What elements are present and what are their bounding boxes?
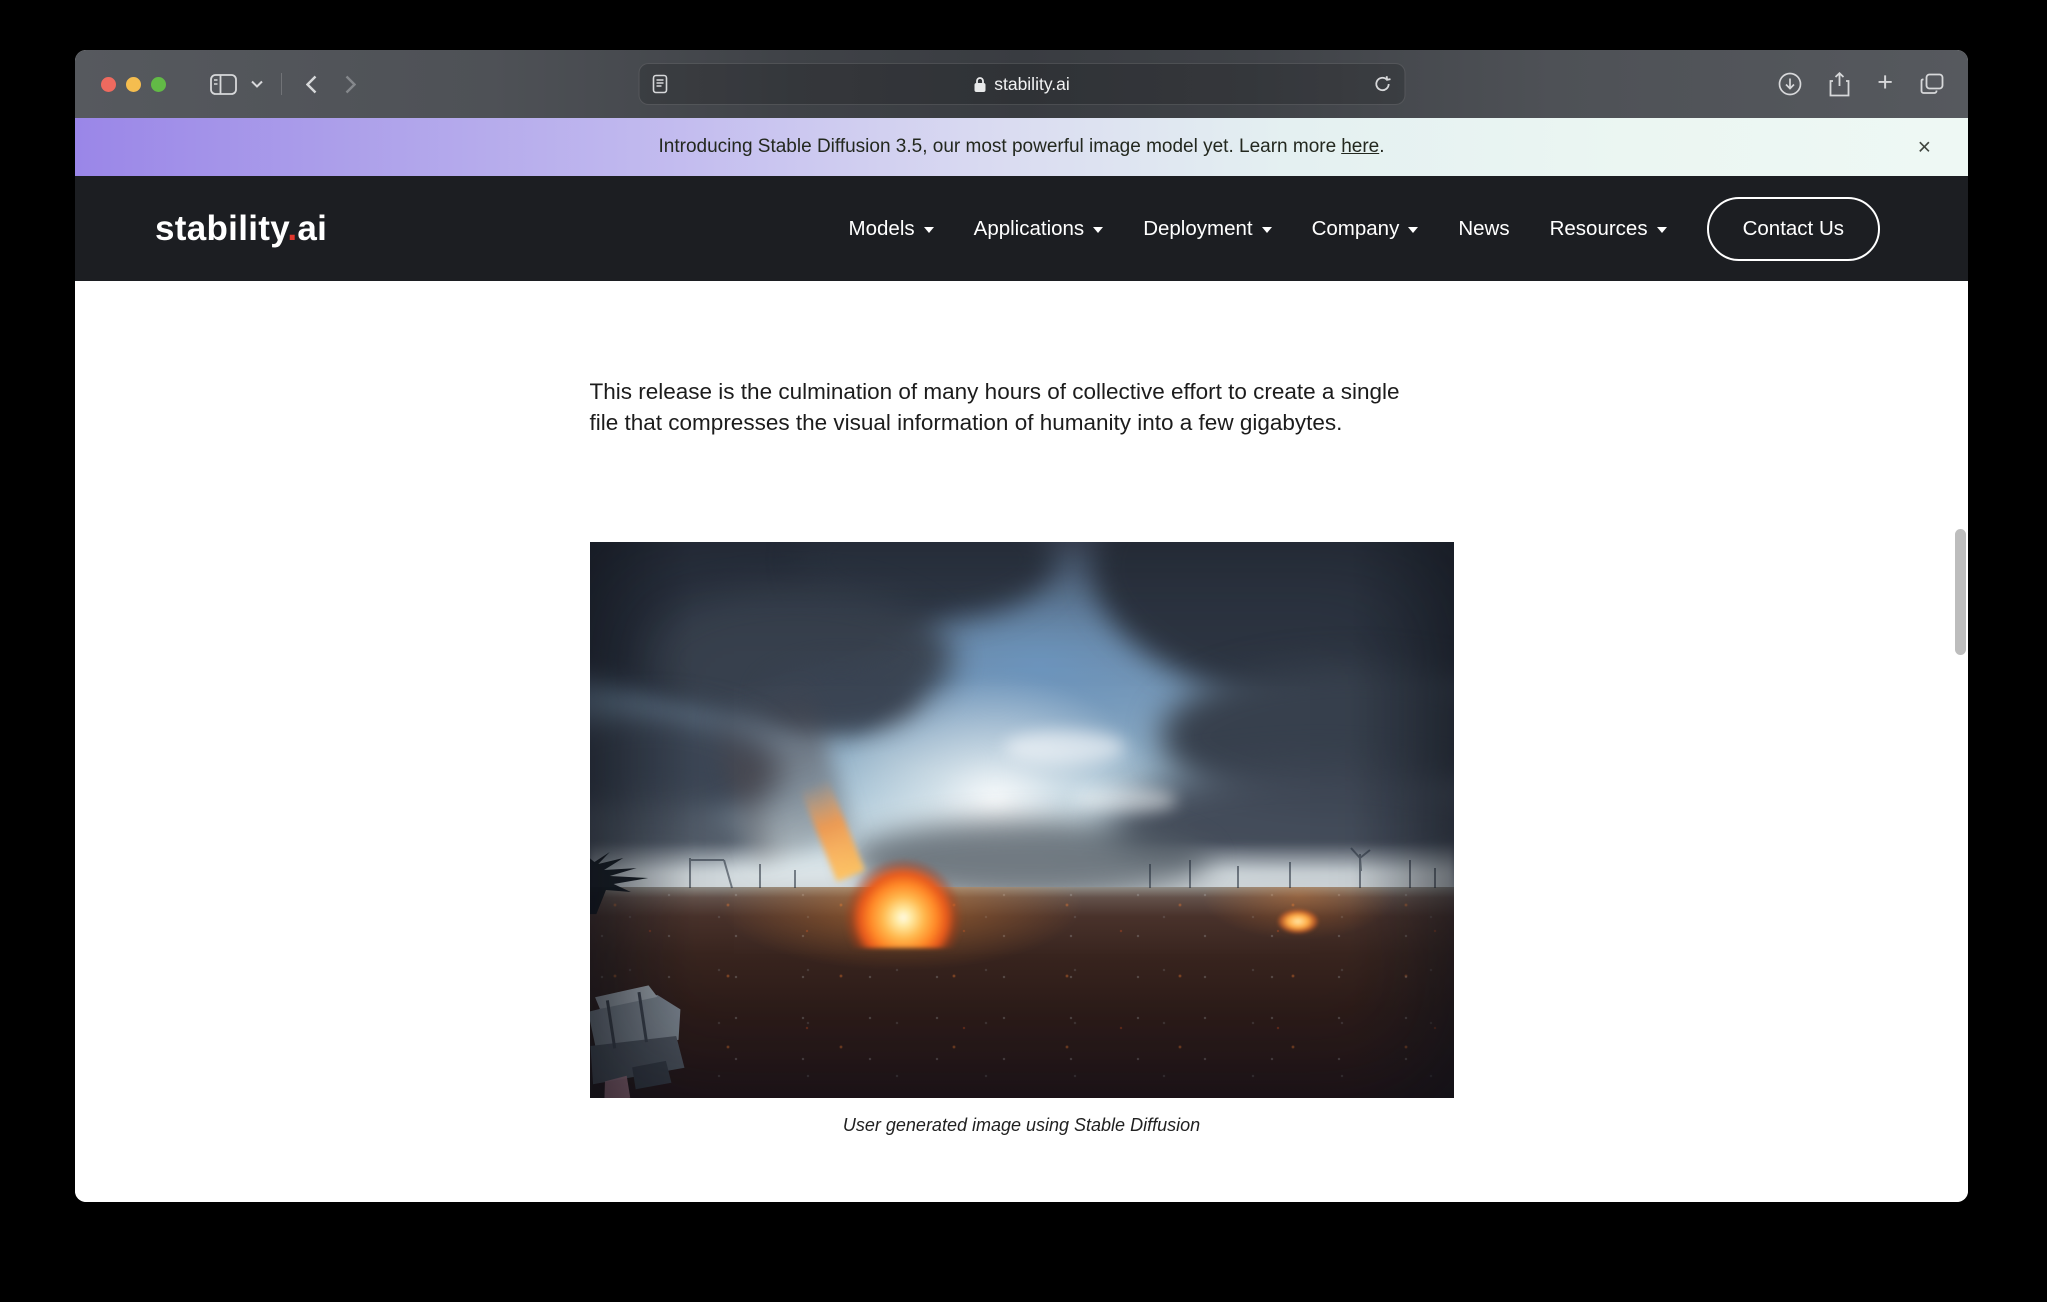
browser-window: stability.ai: [75, 50, 1968, 1202]
minimize-window-button[interactable]: [126, 77, 141, 92]
scrollbar-thumb[interactable]: [1955, 529, 1966, 655]
browser-titlebar: stability.ai: [75, 50, 1968, 118]
paragraph-line: This release is the culmination of many …: [590, 376, 1454, 407]
logo-name: stability: [155, 209, 287, 248]
article-paragraph: This release is the culmination of many …: [590, 281, 1454, 438]
caret-down-icon: [1262, 227, 1272, 233]
caret-down-icon: [1093, 227, 1103, 233]
nav-item-resources[interactable]: Resources: [1550, 217, 1667, 241]
site-logo[interactable]: stability.ai: [155, 209, 327, 249]
new-tab-button[interactable]: +: [1877, 69, 1893, 96]
lock-icon: [973, 76, 986, 93]
logo-dot: .: [287, 209, 297, 248]
tab-overview-icon[interactable]: [1920, 73, 1944, 95]
announcement-text: Introducing Stable Diffusion 3.5, our mo…: [659, 136, 1337, 158]
announcement-suffix: .: [1379, 136, 1384, 158]
chevron-down-icon[interactable]: [251, 80, 263, 88]
share-icon[interactable]: [1829, 72, 1850, 97]
toolbar-divider: [281, 73, 282, 95]
paragraph-line: file that compresses the visual informat…: [590, 407, 1454, 438]
announcement-banner: Introducing Stable Diffusion 3.5, our mo…: [75, 118, 1968, 176]
close-window-button[interactable]: [101, 77, 116, 92]
caret-down-icon: [924, 227, 934, 233]
contact-us-button[interactable]: Contact Us: [1707, 197, 1880, 261]
hero-image: [590, 542, 1454, 1098]
zoom-window-button[interactable]: [151, 77, 166, 92]
sidebar-toggle-icon[interactable]: [210, 74, 237, 95]
downloads-icon[interactable]: [1778, 72, 1802, 96]
image-caption: User generated image using Stable Diffus…: [590, 1115, 1454, 1136]
page-content: This release is the culmination of many …: [75, 281, 1968, 1202]
url-text: stability.ai: [994, 74, 1070, 95]
nav-item-news[interactable]: News: [1458, 217, 1509, 241]
nav-item-company[interactable]: Company: [1312, 217, 1419, 241]
vignette: [590, 542, 1454, 1098]
announcement-link[interactable]: here: [1341, 136, 1379, 158]
nav-item-applications[interactable]: Applications: [974, 217, 1104, 241]
caret-down-icon: [1408, 227, 1418, 233]
nav-item-deployment[interactable]: Deployment: [1143, 217, 1271, 241]
address-bar[interactable]: stability.ai: [638, 63, 1405, 105]
logo-tld: ai: [297, 209, 327, 248]
banner-close-icon[interactable]: ×: [1918, 136, 1931, 159]
back-button[interactable]: [306, 75, 317, 94]
nav-item-models[interactable]: Models: [849, 217, 934, 241]
site-navbar: stability.ai Models Applications Deploym…: [75, 176, 1968, 281]
reload-icon[interactable]: [1373, 75, 1391, 93]
forward-button[interactable]: [345, 75, 356, 94]
caret-down-icon: [1657, 227, 1667, 233]
